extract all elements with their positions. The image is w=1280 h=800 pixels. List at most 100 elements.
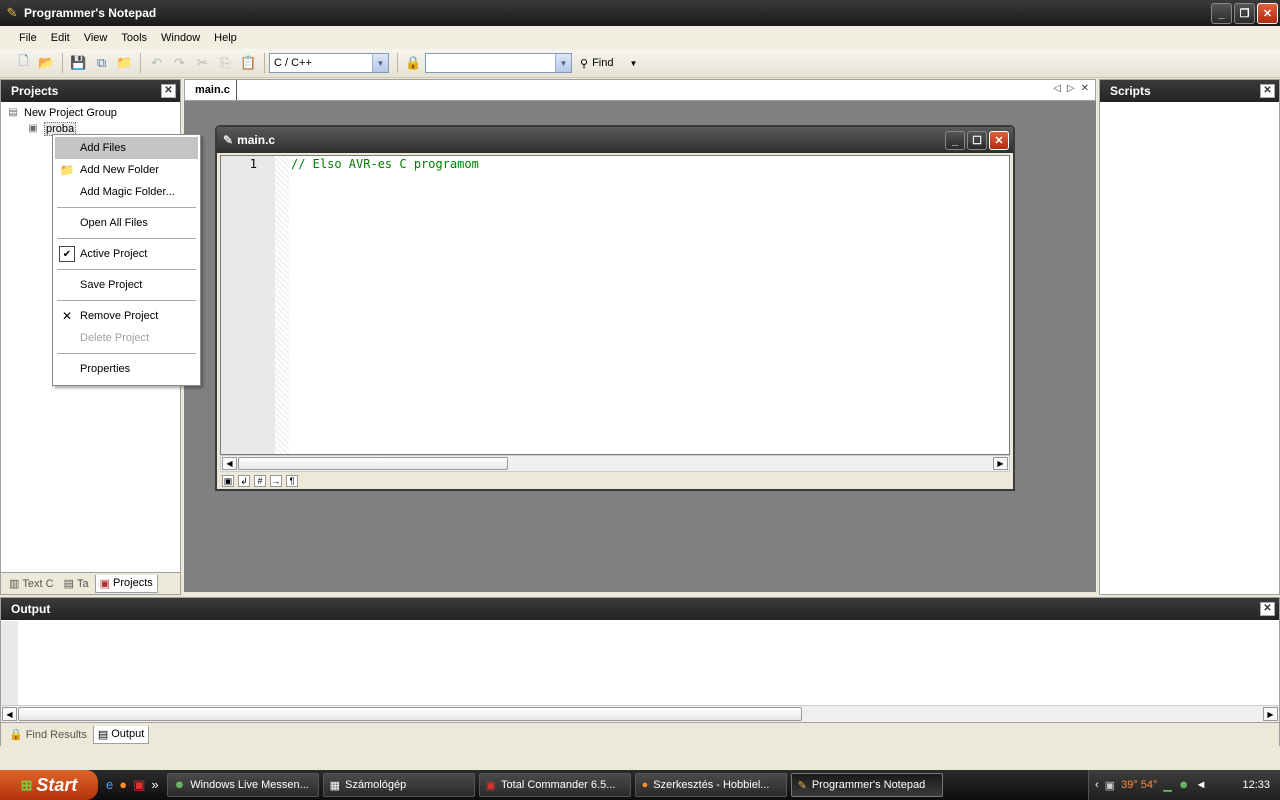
find-button[interactable]: ⚲ Find ▼ [580, 57, 637, 70]
tab-find-results[interactable]: 🔒 Find Results [5, 726, 91, 744]
tab-output[interactable]: ▤ Output [92, 725, 150, 744]
menu-item-remove-project[interactable]: ✕ Remove Project [55, 305, 198, 327]
projects-header: Projects ✕ [1, 80, 180, 102]
menu-item-label: Add New Folder [80, 164, 159, 176]
chevron-down-icon[interactable]: ▼ [372, 54, 388, 72]
ie-icon[interactable]: e [106, 777, 113, 793]
copy-icon[interactable]: ⎘ [214, 52, 237, 74]
chevron-down-icon[interactable]: ▼ [555, 54, 571, 72]
output-panel: Output ✕ ◀ ▶ 🔒 Find Results ▤ Output [0, 597, 1280, 746]
line-numbers-icon[interactable]: # [254, 475, 266, 487]
task-firefox[interactable]: ● Szerkesztés - Hobbiel... [634, 773, 787, 797]
scroll-left-icon[interactable]: ◀ [2, 707, 17, 721]
menu-item-add-new-folder[interactable]: 📁 Add New Folder [55, 159, 198, 181]
undo-icon[interactable]: ↶ [145, 52, 168, 74]
task-total-commander[interactable]: ▣ Total Commander 6.5... [478, 773, 631, 797]
menu-help[interactable]: Help [207, 32, 244, 44]
menu-tools[interactable]: Tools [114, 32, 154, 44]
cpu-icon[interactable]: ▁ [1163, 779, 1171, 792]
eol-icon[interactable]: ¶ [286, 475, 298, 487]
project-context-menu: Add Files 📁 Add New Folder Add Magic Fold… [52, 134, 201, 386]
menu-item-active-project[interactable]: ✔ Active Project [55, 243, 198, 265]
menu-separator [57, 269, 196, 270]
chevron-more-icon[interactable]: » [151, 777, 158, 793]
menu-edit[interactable]: Edit [44, 32, 77, 44]
tab-label: Output [111, 728, 145, 740]
menu-view[interactable]: View [77, 32, 115, 44]
editor-hscrollbar[interactable]: ◀ ▶ [220, 455, 1010, 472]
menu-item-add-files[interactable]: Add Files [55, 137, 198, 159]
task-calculator[interactable]: ▦ Számológép [322, 773, 475, 797]
temperature-icon[interactable]: ▣ [1105, 779, 1115, 792]
scroll-thumb[interactable] [18, 707, 802, 721]
maximize-button[interactable]: ☐ [967, 131, 987, 150]
restore-button[interactable]: ❐ [1234, 3, 1255, 24]
menu-window[interactable]: Window [154, 32, 207, 44]
fold-margin[interactable] [275, 156, 289, 454]
save-all-icon[interactable]: ⧉ [90, 52, 113, 74]
close-icon[interactable]: ✕ [161, 84, 176, 98]
tab-scroll-left-icon[interactable]: ◁ [1053, 83, 1061, 94]
paste-icon[interactable]: 📋 [237, 52, 260, 74]
tab-text-clips[interactable]: ▥ Text C [5, 575, 58, 593]
task-label: Szerkesztés - Hobbiel... [653, 779, 770, 791]
minimize-button[interactable]: _ [1211, 3, 1232, 24]
tab-scroll-right-icon[interactable]: ▷ [1067, 83, 1075, 94]
close-tab-icon[interactable]: ✕ [1081, 83, 1089, 94]
tab-main-c[interactable]: main.c [189, 80, 237, 100]
find-combo[interactable]: ▼ [425, 53, 572, 73]
minimize-button[interactable]: _ [945, 131, 965, 150]
code-editor[interactable]: 1 // Elso AVR-es C programom [220, 155, 1010, 455]
tab-projects[interactable]: ▣ Projects [94, 574, 158, 593]
tray-expand-icon[interactable]: ‹ [1095, 779, 1099, 791]
start-button[interactable]: ⊞ Start [0, 770, 98, 800]
whitespace-icon[interactable]: → [270, 475, 282, 487]
menu-separator [57, 238, 196, 239]
projects-icon: ▣ [99, 577, 111, 590]
code-line: // Elso AVR-es C programom [291, 157, 479, 171]
menu-item-save-project[interactable]: Save Project [55, 274, 198, 296]
view-icon[interactable]: ▣ [222, 475, 234, 487]
open-project-icon[interactable]: 📁 [113, 52, 136, 74]
menu-item-label: Open All Files [80, 217, 148, 229]
tab-controls: ◁ ▷ ✕ [1053, 83, 1089, 94]
output-hscrollbar[interactable]: ◀ ▶ [1, 705, 1279, 722]
menu-item-properties[interactable]: Properties [55, 358, 198, 380]
close-button[interactable]: ✕ [1257, 3, 1278, 24]
task-messenger[interactable]: ☻ Windows Live Messen... [166, 773, 319, 797]
scroll-left-icon[interactable]: ◀ [222, 457, 237, 470]
editor-status-icons: ▣ ↲ # → ¶ [220, 474, 1010, 488]
menu-file[interactable]: File [12, 32, 44, 44]
tab-tags[interactable]: ▤ Ta [60, 575, 93, 593]
wrap-icon[interactable]: ↲ [238, 475, 250, 487]
scroll-right-icon[interactable]: ▶ [993, 457, 1008, 470]
save-icon[interactable]: 💾 [67, 52, 90, 74]
quick-launch: e ● ▣ » [98, 777, 167, 793]
open-file-icon[interactable]: 📂 [35, 52, 58, 74]
new-file-icon[interactable]: 🗋 [12, 52, 35, 74]
tree-item-group[interactable]: ▤ New Project Group [5, 105, 176, 121]
output-title: Output [11, 602, 51, 616]
output-gutter [1, 621, 18, 705]
scroll-right-icon[interactable]: ▶ [1263, 707, 1278, 721]
firefox-icon[interactable]: ● [119, 777, 127, 793]
editor-window-titlebar[interactable]: ✎ main.c [217, 127, 1013, 153]
messenger-tray-icon[interactable]: ☻ [1178, 779, 1190, 791]
menu-item-add-magic-folder[interactable]: Add Magic Folder... [55, 181, 198, 203]
scroll-thumb[interactable] [238, 457, 508, 470]
task-programmers-notepad[interactable]: ✎ Programmer's Notepad [790, 773, 943, 797]
cut-icon[interactable]: ✂ [191, 52, 214, 74]
menu-item-label: Delete Project [80, 332, 150, 344]
total-commander-icon[interactable]: ▣ [133, 777, 145, 793]
close-icon[interactable]: ✕ [1260, 602, 1275, 616]
output-tabs: 🔒 Find Results ▤ Output [1, 722, 1279, 746]
volume-icon[interactable]: ◄ [1195, 779, 1206, 791]
scripts-panel: Scripts ✕ [1099, 79, 1280, 595]
chevron-down-icon[interactable]: ▼ [629, 59, 637, 68]
find-lock-icon[interactable]: 🔒 [402, 52, 425, 74]
close-button[interactable]: ✕ [989, 131, 1009, 150]
menu-item-open-all-files[interactable]: Open All Files [55, 212, 198, 234]
close-icon[interactable]: ✕ [1260, 84, 1275, 98]
redo-icon[interactable]: ↷ [168, 52, 191, 74]
scheme-select[interactable]: C / C++ ▼ [269, 53, 389, 73]
